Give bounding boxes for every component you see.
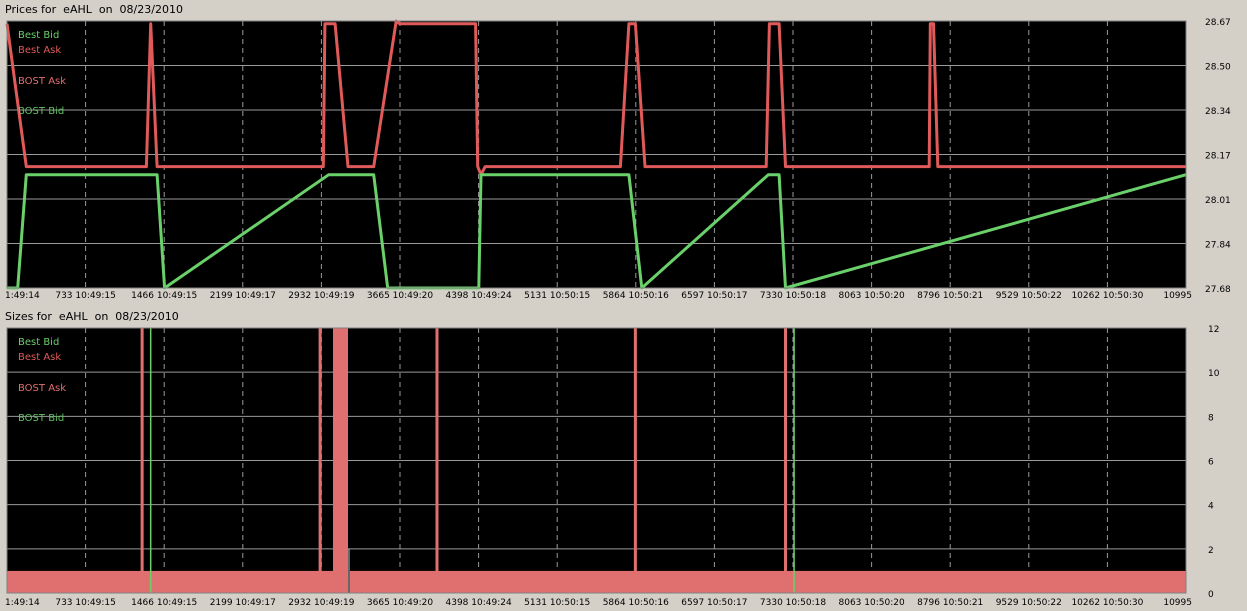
sizes-ask-size-spike (633, 328, 637, 593)
prices-x-tick-label: 2932 10:49:19 (288, 291, 354, 301)
sizes-x-tick-label: 10995 (1163, 598, 1192, 608)
sizes-x-tick-label: 10262 10:50:30 (1071, 598, 1143, 608)
sizes-y-tick-label: 12 (1208, 325, 1219, 335)
prices-chart: 28.67 28.50 28.34 28.17 28.01 27.84 27.68 1:49:… (5, 18, 1231, 301)
sizes-x-tick-label: 733 10:49:15 (55, 598, 115, 608)
prices-y-tick-label: 28.17 (1205, 152, 1231, 162)
sizes-x-tick-label: 3665 10:49:20 (367, 598, 433, 608)
sizes-ask-size-block (332, 328, 348, 593)
prices-x-tick-label: 1:49:14 (5, 291, 40, 301)
sizes-x-tick-label: 5131 10:50:15 (524, 598, 590, 608)
sizes-ask-size-area (349, 570, 1186, 593)
prices-legend-bost-ask: BOST Ask (18, 76, 66, 87)
sizes-x-tick-label: 4398 10:49:24 (446, 598, 512, 608)
prices-x-tick-label: 5864 10:50:16 (603, 291, 669, 301)
prices-x-tick-label: 4398 10:49:24 (446, 291, 512, 301)
prices-x-tick-label: 3665 10:49:20 (367, 291, 433, 301)
prices-x-tick-label: 9529 10:50:22 (996, 291, 1062, 301)
sizes-x-tick-label: 1:49:14 (5, 598, 40, 608)
sizes-x-tick-label: 8063 10:50:20 (839, 598, 905, 608)
prices-x-tick-label: 2199 10:49:17 (210, 291, 276, 301)
sizes-y-tick-label: 8 (1208, 413, 1214, 423)
sizes-y-tick-label: 0 (1208, 590, 1214, 600)
sizes-x-tick-label: 8796 10:50:21 (917, 598, 983, 608)
prices-x-tick-label: 10995 (1163, 291, 1192, 301)
prices-x-tick-label: 5131 10:50:15 (524, 291, 590, 301)
sizes-x-tick-label: 5864 10:50:16 (603, 598, 669, 608)
prices-legend-best-ask: Best Ask (18, 45, 61, 56)
sizes-x-tick-label: 9529 10:50:22 (996, 598, 1062, 608)
sizes-y-tick-label: 6 (1208, 458, 1214, 468)
prices-y-tick-label: 27.84 (1205, 241, 1231, 251)
prices-y-tick-label: 28.34 (1205, 107, 1231, 117)
sizes-x-tick-label: 6597 10:50:17 (681, 598, 747, 608)
prices-x-tick-label: 1466 10:49:15 (131, 291, 197, 301)
prices-x-tick-label: 733 10:49:15 (55, 291, 115, 301)
sizes-y-tick-label: 10 (1208, 369, 1220, 379)
sizes-ask-size-spike (435, 328, 439, 593)
sizes-x-tick-label: 2932 10:49:19 (288, 598, 354, 608)
prices-y-tick-label: 28.67 (1205, 18, 1231, 28)
prices-legend-bost-bid: BOST Bid (18, 106, 64, 117)
sizes-legend-bost-ask: BOST Ask (18, 383, 66, 394)
prices-y-tick-label: 28.01 (1205, 196, 1231, 206)
sizes-ask-size-area (7, 570, 347, 593)
prices-y-tick-label: 28.50 (1205, 63, 1231, 73)
prices-x-tick-label: 10262 10:50:30 (1071, 291, 1143, 301)
prices-x-tick-label: 8063 10:50:20 (839, 291, 905, 301)
charts-canvas: 28.67 28.50 28.34 28.17 28.01 27.84 27.68 1:49:… (5, 18, 1231, 608)
sizes-x-tick-label: 2199 10:49:17 (210, 598, 276, 608)
prices-x-tick-label: 7330 10:50:18 (760, 291, 826, 301)
sizes-ask-size-spike (318, 328, 322, 593)
sizes-ask-size-spike (140, 328, 144, 593)
prices-y-tick-label: 27.68 (1205, 285, 1231, 295)
prices-x-tick-label: 6597 10:50:17 (681, 291, 747, 301)
sizes-x-tick-label: 1466 10:49:15 (131, 598, 197, 608)
prices-x-tick-label: 8796 10:50:21 (917, 291, 983, 301)
sizes-ask-size-spike (783, 328, 787, 593)
sizes-legend-best-ask: Best Ask (18, 352, 61, 363)
sizes-legend-bost-bid: BOST Bid (18, 413, 64, 424)
sizes-legend-best-bid: Best Bid (18, 337, 59, 348)
sizes-y-tick-label: 2 (1208, 546, 1214, 556)
sizes-y-tick-label: 4 (1208, 502, 1214, 512)
prices-legend-best-bid: Best Bid (18, 30, 59, 41)
sizes-chart: 12 10 8 6 4 2 0 1:49:14 733 10:49:15 1466 10:49:1… (5, 325, 1220, 608)
sizes-x-tick-label: 7330 10:50:18 (760, 598, 826, 608)
